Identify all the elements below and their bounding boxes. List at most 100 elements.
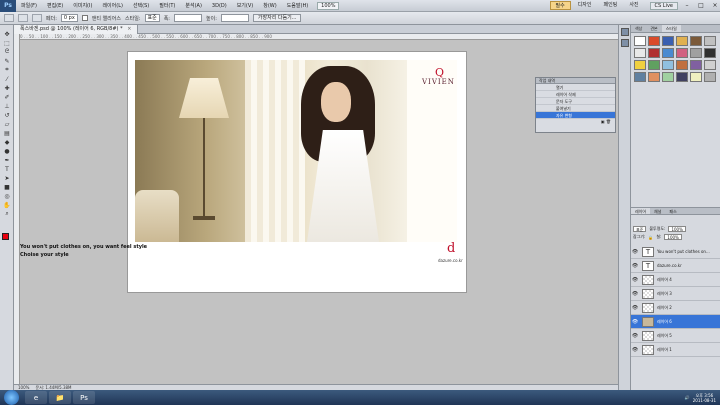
cs-live-button[interactable]: CS Live (649, 1, 678, 10)
workspace-essentials-button[interactable]: 필수 (549, 1, 571, 10)
style-swatch[interactable] (634, 72, 646, 82)
visibility-eye-icon[interactable]: 👁 (631, 305, 639, 311)
blend-mode-select[interactable]: 표준 (633, 226, 647, 232)
move-tool-icon[interactable]: ✥ (2, 30, 12, 38)
path-select-tool-icon[interactable]: ➤ (2, 174, 12, 182)
add-selection-icon[interactable] (32, 14, 42, 22)
photoshop-taskbar-icon[interactable]: Ps (73, 391, 95, 404)
brush-tool-icon[interactable]: ✐ (2, 93, 12, 101)
history-item[interactable]: 레이어 삭제 (536, 91, 615, 98)
style-swatch[interactable] (704, 48, 716, 58)
menu-analysis[interactable]: 분석(A) (180, 2, 207, 9)
refine-edge-button[interactable]: 가장자리 다듬기... (252, 14, 302, 22)
tab-channels[interactable]: 채널 (650, 208, 665, 214)
marquee-tool-icon[interactable] (4, 14, 14, 22)
style-swatch[interactable] (634, 36, 646, 46)
layer-row[interactable]: 👁 레이어 3 (631, 287, 720, 301)
marquee-tool-icon[interactable]: ⬚ (2, 39, 12, 47)
close-tab-icon[interactable]: × (127, 26, 131, 32)
shape-tool-icon[interactable]: ■ (2, 183, 12, 191)
tab-styles[interactable]: 스타일 (661, 25, 681, 32)
history-item[interactable]: 열기 (536, 84, 615, 91)
history-item[interactable]: 붙여넣기 (536, 105, 615, 112)
hand-tool-icon[interactable]: ✋ (2, 201, 12, 209)
healing-tool-icon[interactable]: ✚ (2, 84, 12, 92)
antialias-checkbox[interactable] (81, 15, 88, 21)
visibility-eye-icon[interactable]: 👁 (631, 277, 639, 283)
close-button[interactable]: × (710, 2, 720, 9)
layer-row[interactable]: 👁 레이어 5 (631, 329, 720, 343)
style-swatch[interactable] (648, 48, 660, 58)
opacity-input[interactable]: 100% (668, 226, 686, 232)
menu-help[interactable]: 도움말(H) (282, 2, 313, 9)
visibility-eye-icon[interactable]: 👁 (631, 319, 639, 325)
style-swatch[interactable] (634, 60, 646, 70)
ie-taskbar-icon[interactable]: e (25, 391, 47, 404)
style-select[interactable]: 표준 (144, 14, 160, 22)
history-item[interactable]: 문자 도구 (536, 98, 615, 105)
stamp-tool-icon[interactable]: ⊥ (2, 102, 12, 110)
menu-3d[interactable]: 3D(D) (207, 3, 232, 9)
layer-row[interactable]: 👁 레이어 6 (631, 315, 720, 329)
delete-state-icon[interactable]: 🗑 (606, 119, 611, 124)
workspace-photo-button[interactable]: 사진 (624, 1, 643, 10)
style-swatch[interactable] (704, 36, 716, 46)
minimize-button[interactable]: – (682, 2, 692, 9)
style-swatch[interactable] (662, 60, 674, 70)
type-tool-icon[interactable]: T (2, 165, 12, 173)
style-swatch[interactable] (648, 72, 660, 82)
history-item-selected[interactable]: 자유 변형 (536, 112, 615, 119)
workspace-painting-button[interactable]: 페인팅 (599, 1, 623, 10)
layer-row[interactable]: 👁 T You won't put clothes on... (631, 245, 720, 259)
menu-window[interactable]: 창(W) (258, 2, 281, 9)
style-swatch[interactable] (690, 60, 702, 70)
style-swatch[interactable] (704, 72, 716, 82)
style-swatch[interactable] (676, 72, 688, 82)
height-input[interactable] (220, 14, 249, 22)
document-canvas[interactable]: Q VIVIEN (128, 52, 466, 292)
pen-tool-icon[interactable]: ✒ (2, 156, 12, 164)
style-swatch[interactable] (648, 36, 660, 46)
visibility-eye-icon[interactable]: 👁 (631, 333, 639, 339)
layer-row[interactable]: 👁 레이어 4 (631, 273, 720, 287)
style-swatch[interactable] (690, 48, 702, 58)
clock[interactable]: 오후 3:56 2011-08-31 (693, 393, 716, 403)
style-swatch[interactable] (662, 48, 674, 58)
style-swatch[interactable] (634, 48, 646, 58)
foreground-color-swatch[interactable] (2, 233, 9, 240)
style-swatch[interactable] (676, 36, 688, 46)
lasso-tool-icon[interactable]: ᘓ (2, 48, 12, 56)
style-swatch[interactable] (676, 48, 688, 58)
visibility-eye-icon[interactable]: 👁 (631, 263, 639, 269)
zoom-tool-icon[interactable]: ⌕ (2, 210, 12, 218)
style-swatch[interactable] (676, 60, 688, 70)
volume-icon[interactable]: 🔊 (685, 395, 690, 400)
maximize-button[interactable]: □ (696, 2, 706, 9)
fill-input[interactable]: 100% (664, 234, 682, 240)
feather-input[interactable]: 0 px (60, 14, 78, 22)
document-tab[interactable]: 폭스바겐.psd @ 100% (레이어 6, RGB/8#) * × (14, 24, 139, 34)
lock-icon[interactable]: 🔒 (648, 235, 653, 240)
menu-file[interactable]: 파일(F) (16, 2, 42, 9)
gradient-tool-icon[interactable]: ▤ (2, 129, 12, 137)
visibility-eye-icon[interactable]: 👁 (631, 291, 639, 297)
eraser-tool-icon[interactable]: ▱ (2, 120, 12, 128)
3d-rotate-tool-icon[interactable]: ◎ (2, 192, 12, 200)
style-swatch[interactable] (690, 36, 702, 46)
new-selection-icon[interactable] (18, 14, 28, 22)
crop-tool-icon[interactable]: ⌗ (2, 66, 12, 74)
workspace-design-button[interactable]: 디자인 (573, 1, 597, 10)
tab-layers[interactable]: 레이어 (631, 208, 651, 214)
tab-swatches[interactable]: 견본 (646, 25, 661, 32)
layer-row[interactable]: 👁 Tdazure.co.kr (631, 259, 720, 273)
menu-image[interactable]: 이미지(I) (68, 2, 97, 9)
tab-paths[interactable]: 패스 (665, 208, 680, 214)
visibility-eye-icon[interactable]: 👁 (631, 249, 639, 255)
start-button[interactable] (4, 390, 19, 405)
blur-tool-icon[interactable]: ◆ (2, 138, 12, 146)
layer-row[interactable]: 👁 레이어 1 (631, 343, 720, 357)
eyedropper-tool-icon[interactable]: ⁄ (2, 75, 12, 83)
style-swatch[interactable] (690, 72, 702, 82)
visibility-eye-icon[interactable]: 👁 (631, 347, 639, 353)
dodge-tool-icon[interactable]: ● (2, 147, 12, 155)
